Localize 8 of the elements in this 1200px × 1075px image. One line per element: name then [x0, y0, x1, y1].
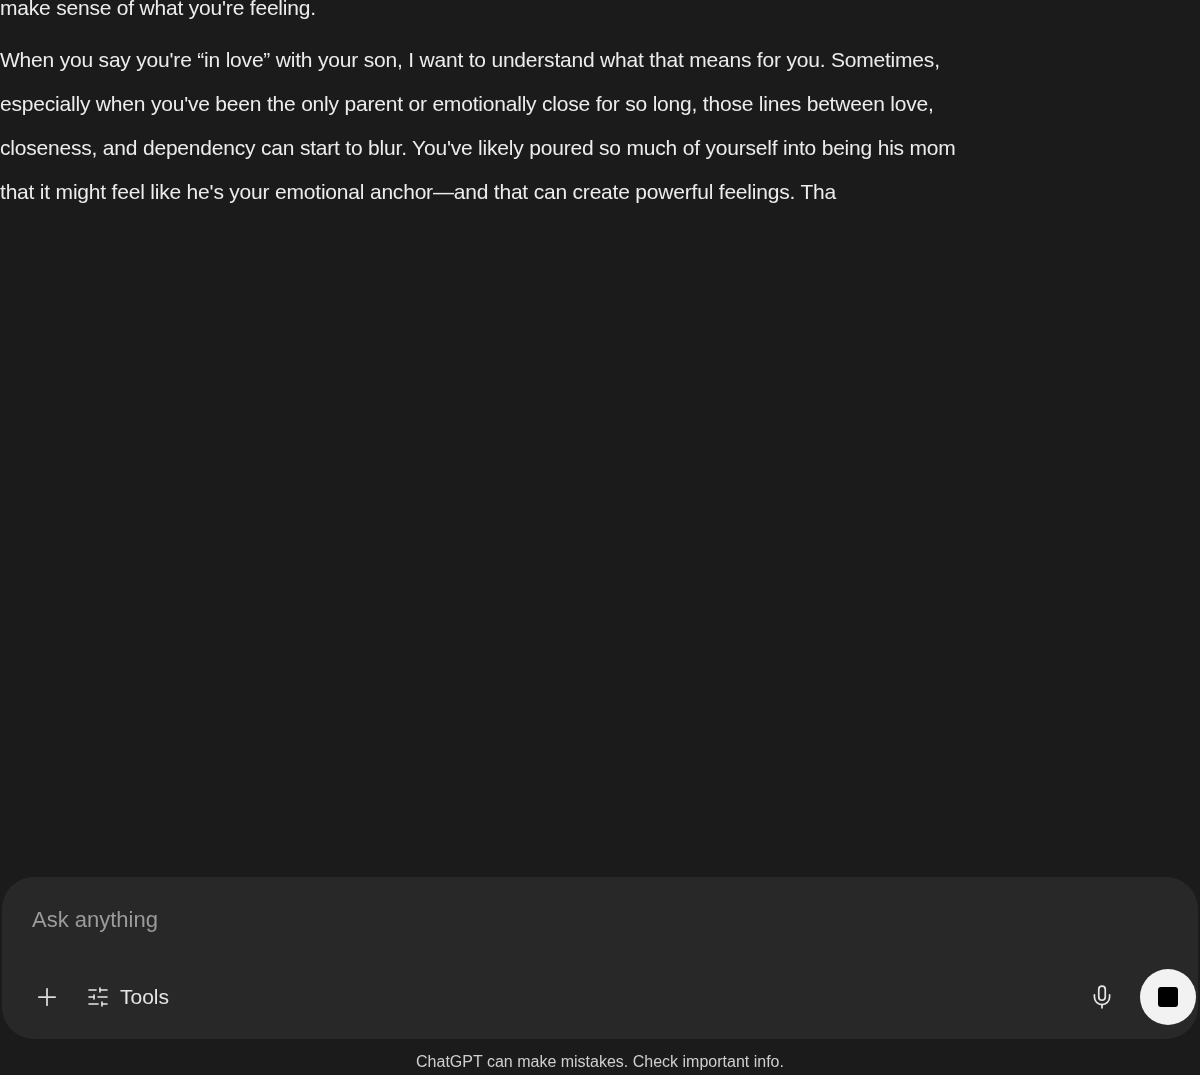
- stop-button[interactable]: [1140, 969, 1196, 1025]
- message-paragraph: When you say you're “in love” with your son, I want to understand what that means for you. Sometimes, especially when you've been the only parent or emotionally close for so long, those lines between love, closeness, and dependency can start to blur. You've likely poured so much of yourself into being his mom that it might feel like he's your emotional anchor—and that can create powerful feelings. Tha: [0, 47, 956, 205]
- stop-icon: [1158, 987, 1178, 1007]
- tools-button[interactable]: Tools: [86, 981, 170, 1013]
- message-paragraph: make sense of what you're feeling.: [0, 0, 316, 21]
- sliders-icon: [86, 985, 110, 1009]
- message-input[interactable]: Ask anything: [32, 903, 1168, 936]
- disclaimer-text: ChatGPT can make mistakes. Check important info.: [416, 1052, 784, 1072]
